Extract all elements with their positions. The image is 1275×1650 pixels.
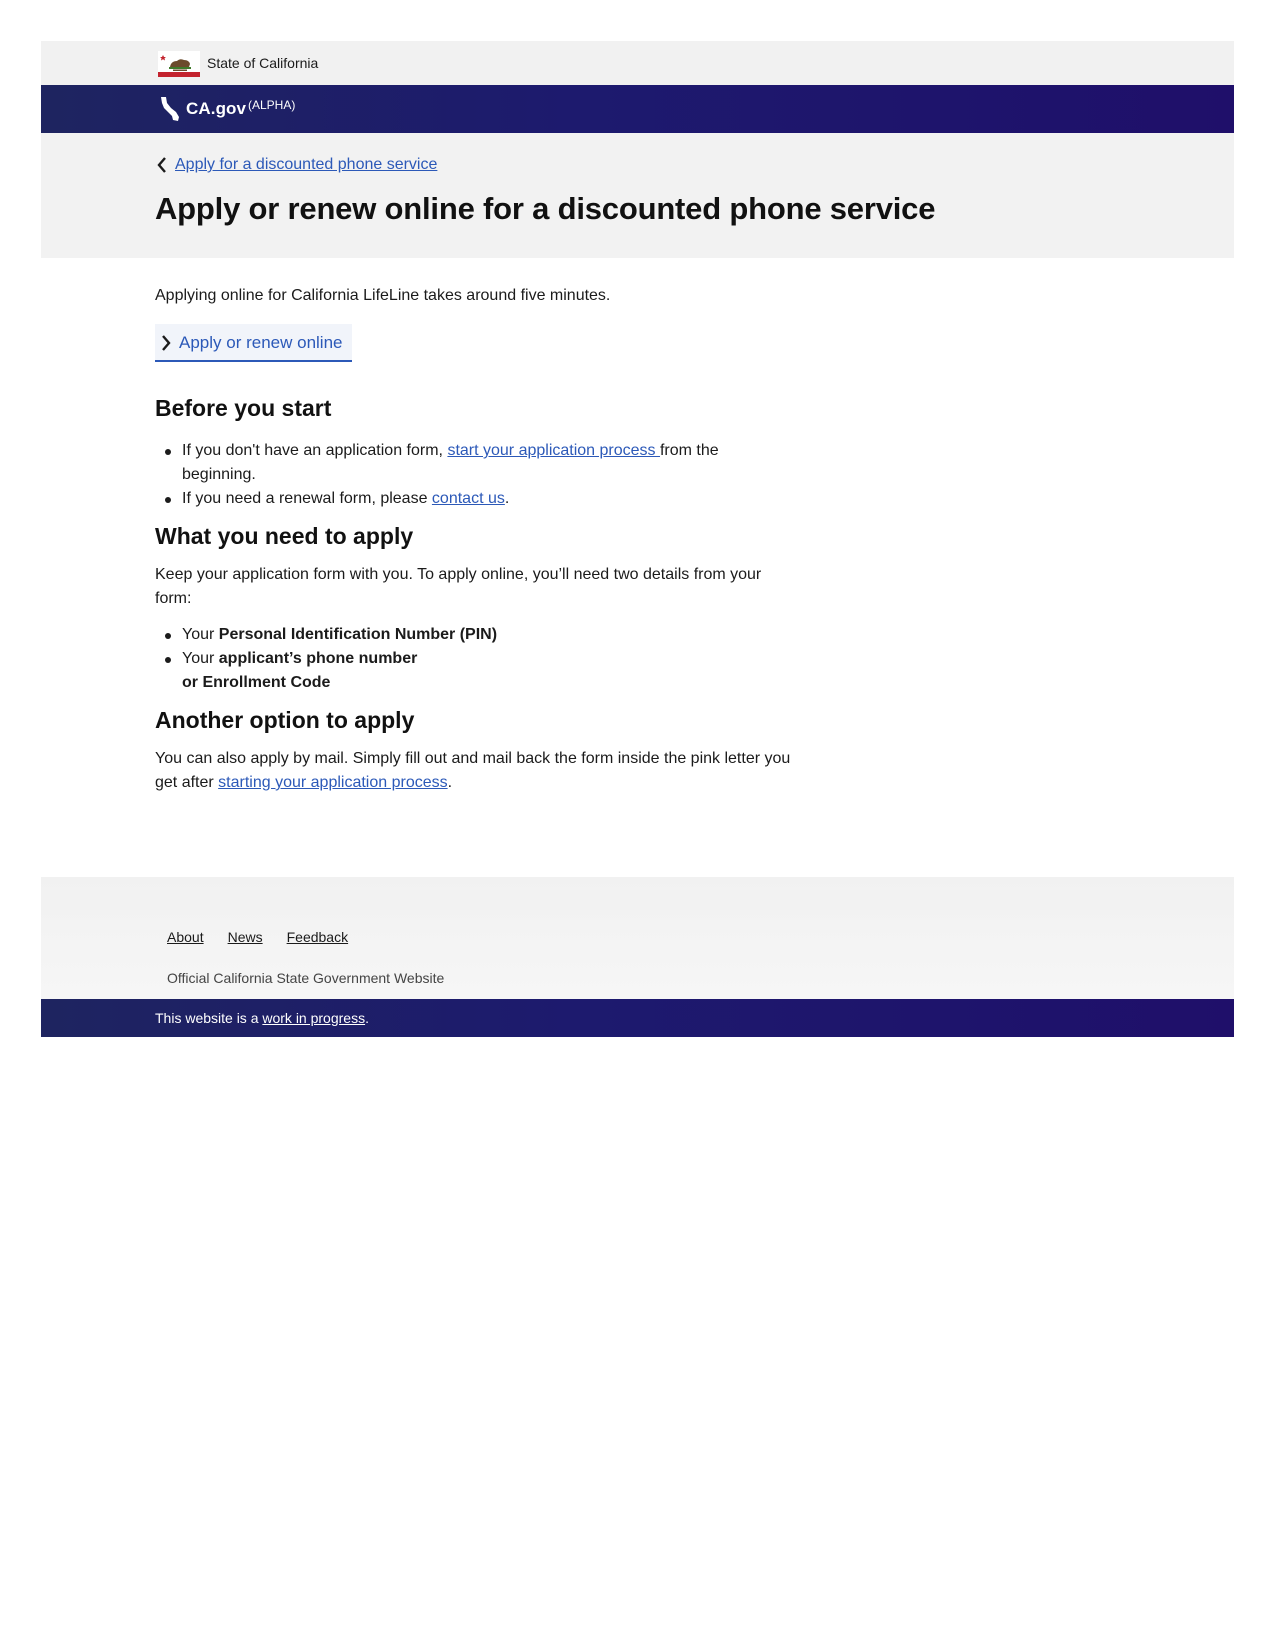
other-heading: Another option to apply bbox=[155, 707, 415, 733]
apply-online-button[interactable]: Apply or renew online bbox=[155, 324, 352, 362]
other-text-end: . bbox=[447, 774, 453, 791]
list-item: Your Personal Identification Number (PIN… bbox=[155, 623, 795, 647]
footer-links: About News Feedback bbox=[167, 929, 372, 945]
chevron-left-icon bbox=[157, 157, 166, 173]
chevron-right-icon bbox=[162, 335, 171, 351]
need-heading: What you need to apply bbox=[155, 523, 414, 549]
california-flag-icon bbox=[158, 51, 200, 77]
list-item-text: . bbox=[504, 490, 510, 507]
list-item: If you need a renewal form, please conta… bbox=[155, 487, 795, 511]
page-title: Apply or renew online for a discounted p… bbox=[155, 191, 936, 226]
contact-us-link[interactable]: contact us bbox=[432, 490, 505, 507]
california-outline-icon[interactable] bbox=[159, 96, 181, 122]
wip-text-pre: This website is a bbox=[155, 1010, 263, 1026]
list-item: Your applicant’s phone number or Enrollme… bbox=[155, 647, 795, 695]
state-bar: State of California bbox=[41, 41, 1234, 85]
starting-application-link[interactable]: starting your application process bbox=[218, 774, 447, 791]
footer: About News Feedback Official California St… bbox=[41, 877, 1234, 999]
need-text: Keep your application form with you. To … bbox=[155, 566, 762, 607]
pin-label: Personal Identification Number (PIN) bbox=[218, 626, 498, 643]
brand-bar: CA.gov (ALPHA) bbox=[41, 85, 1234, 133]
alpha-badge: (ALPHA) bbox=[248, 98, 296, 112]
intro-text: Applying online for California LifeLine … bbox=[155, 287, 611, 304]
breadcrumb-back-link[interactable]: Apply for a discounted phone service bbox=[175, 156, 437, 174]
list-item-text: If you don't have an application form, bbox=[182, 442, 448, 459]
need-list: Your Personal Identification Number (PIN… bbox=[155, 623, 795, 695]
footer-link-news[interactable]: News bbox=[228, 929, 263, 945]
list-item-text: If you need a renewal form, please bbox=[182, 490, 432, 507]
enrollment-code-label: or Enrollment Code bbox=[182, 674, 331, 691]
before-heading: Before you start bbox=[155, 395, 332, 421]
wip-text: This website is a work in progress. bbox=[155, 1010, 369, 1026]
before-list: If you don't have an application form, s… bbox=[155, 439, 795, 511]
brand-link[interactable]: CA.gov bbox=[186, 99, 246, 119]
work-in-progress-link[interactable]: work in progress bbox=[262, 1010, 365, 1026]
hero-panel: Apply for a discounted phone service App… bbox=[41, 133, 1234, 258]
state-label: State of California bbox=[207, 55, 319, 71]
page: State of California CA.gov (ALPHA) Apply… bbox=[41, 41, 1234, 1037]
bottom-bar: This website is a work in progress. bbox=[41, 999, 1234, 1037]
list-item-text: Your bbox=[182, 650, 219, 667]
wip-text-post: . bbox=[365, 1010, 369, 1026]
apply-online-label: Apply or renew online bbox=[179, 333, 343, 352]
start-application-link[interactable]: start your application process bbox=[447, 442, 660, 459]
official-site-text: Official California State Government Web… bbox=[167, 970, 445, 986]
list-item-text: Your bbox=[182, 626, 219, 643]
other-text: You can also apply by mail. Simply fill … bbox=[155, 747, 795, 795]
phone-number-label: applicant’s phone number bbox=[218, 650, 418, 667]
list-item: If you don't have an application form, s… bbox=[155, 439, 795, 487]
footer-link-feedback[interactable]: Feedback bbox=[287, 929, 348, 945]
footer-link-about[interactable]: About bbox=[167, 929, 204, 945]
